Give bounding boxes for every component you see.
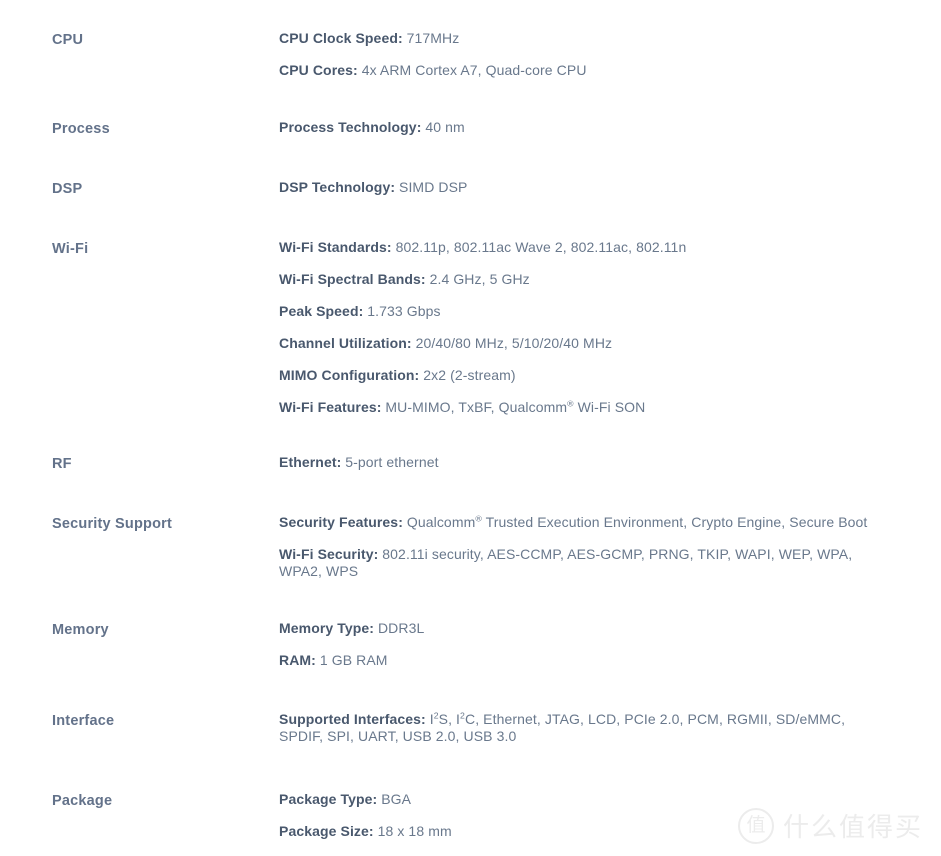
specification-sheet: CPU CPU Clock Speed: 717MHz CPU Cores: 4… — [0, 0, 941, 840]
spec-group-dsp: DSP DSP Technology: SIMD DSP — [0, 179, 941, 199]
spec-row: Wi-Fi Features: MU-MIMO, TxBF, Qualcomm®… — [279, 399, 869, 416]
spec-key: Ethernet: — [279, 454, 342, 470]
spec-value: 18 x 18 mm — [377, 823, 452, 839]
spec-row: CPU Cores: 4x ARM Cortex A7, Quad-core C… — [279, 62, 869, 79]
spec-row: Wi-Fi Standards: 802.11p, 802.11ac Wave … — [279, 239, 869, 256]
group-label-dsp: DSP — [52, 181, 83, 197]
spec-row: Wi-Fi Security: 802.11i security, AES-CC… — [279, 546, 869, 580]
spec-value: 2.4 GHz, 5 GHz — [429, 271, 530, 287]
spec-group-security-support: Security Support Security Features: Qual… — [0, 514, 941, 580]
spec-row: Wi-Fi Spectral Bands: 2.4 GHz, 5 GHz — [279, 271, 869, 288]
spec-key: Security Features: — [279, 514, 403, 530]
spec-value: 40 nm — [425, 119, 465, 135]
spec-key: MIMO Configuration: — [279, 367, 420, 383]
spec-key: Process Technology: — [279, 119, 422, 135]
watermark-badge-icon: 值 — [737, 807, 774, 844]
spec-row: Peak Speed: 1.733 Gbps — [279, 303, 869, 320]
spec-key: Package Type: — [279, 791, 378, 807]
spec-value: 20/40/80 MHz, 5/10/20/40 MHz — [415, 335, 613, 351]
spec-group-rf: RF Ethernet: 5-port ethernet — [0, 454, 941, 474]
spec-value: DDR3L — [377, 620, 425, 636]
spec-key: Peak Speed: — [279, 303, 364, 319]
group-label-rf: RF — [52, 456, 72, 472]
spec-key: Wi-Fi Standards: — [279, 239, 392, 255]
spec-group-process: Process Process Technology: 40 nm — [0, 119, 941, 139]
group-rows-rf: Ethernet: 5-port ethernet — [279, 454, 941, 471]
group-rows-dsp: DSP Technology: SIMD DSP — [279, 179, 941, 196]
spec-row: Package Type: BGA — [279, 791, 869, 808]
spec-group-cpu: CPU CPU Clock Speed: 717MHz CPU Cores: 4… — [0, 30, 941, 79]
group-label-process: Process — [52, 121, 110, 137]
spec-key: Wi-Fi Features: — [279, 399, 382, 415]
spec-group-memory: Memory Memory Type: DDR3L RAM: 1 GB RAM — [0, 620, 941, 669]
spec-key: CPU Clock Speed: — [279, 30, 403, 46]
spec-value: Qualcomm® Trusted Execution Environment,… — [406, 513, 868, 530]
group-label-wifi: Wi-Fi — [52, 241, 89, 257]
group-label-package: Package — [52, 793, 113, 809]
spec-row: Ethernet: 5-port ethernet — [279, 454, 869, 471]
spec-value: SIMD DSP — [399, 179, 468, 195]
group-rows-memory: Memory Type: DDR3L RAM: 1 GB RAM — [279, 620, 941, 669]
group-label-cpu: CPU — [52, 32, 84, 48]
spec-key: Supported Interfaces: — [279, 711, 426, 727]
spec-value: BGA — [381, 791, 412, 807]
spec-row: Security Features: Qualcomm® Trusted Exe… — [279, 514, 869, 531]
spec-row: Memory Type: DDR3L — [279, 620, 869, 637]
spec-group-interface: Interface Supported Interfaces: I2S, I2C… — [0, 711, 941, 745]
group-rows-wifi: Wi-Fi Standards: 802.11p, 802.11ac Wave … — [279, 239, 941, 416]
spec-key: Wi-Fi Spectral Bands: — [279, 271, 426, 287]
spec-row: RAM: 1 GB RAM — [279, 652, 869, 669]
spec-value: 1 GB RAM — [319, 652, 388, 668]
spec-key: Package Size: — [279, 823, 374, 839]
spec-value: 1.733 Gbps — [367, 303, 441, 319]
spec-key: Channel Utilization: — [279, 335, 412, 351]
spec-key: DSP Technology: — [279, 179, 396, 195]
watermark-text: 什么值得买 — [782, 813, 923, 843]
spec-row: CPU Clock Speed: 717MHz — [279, 30, 869, 47]
spec-value: 5-port ethernet — [345, 454, 439, 470]
spec-row: Channel Utilization: 20/40/80 MHz, 5/10/… — [279, 335, 869, 352]
spec-value: 4x ARM Cortex A7, Quad-core CPU — [361, 62, 587, 78]
group-label-security-support: Security Support — [52, 516, 173, 532]
spec-key: Wi-Fi Security: — [279, 546, 379, 562]
spec-value: MU-MIMO, TxBF, Qualcomm® Wi-Fi SON — [385, 398, 646, 415]
group-rows-security-support: Security Features: Qualcomm® Trusted Exe… — [279, 514, 941, 580]
group-rows-process: Process Technology: 40 nm — [279, 119, 941, 136]
spec-row: Supported Interfaces: I2S, I2C, Ethernet… — [279, 711, 869, 745]
watermark: 值 什么值得买 — [737, 807, 923, 844]
spec-value: 2x2 (2-stream) — [423, 367, 516, 383]
spec-row: Process Technology: 40 nm — [279, 119, 869, 136]
group-label-memory: Memory — [52, 622, 109, 638]
group-label-interface: Interface — [52, 713, 115, 729]
spec-value: 802.11p, 802.11ac Wave 2, 802.11ac, 802.… — [395, 239, 687, 255]
spec-group-wifi: Wi-Fi Wi-Fi Standards: 802.11p, 802.11ac… — [0, 239, 941, 416]
group-rows-interface: Supported Interfaces: I2S, I2C, Ethernet… — [279, 711, 941, 745]
spec-key: Memory Type: — [279, 620, 375, 636]
spec-value: 717MHz — [406, 30, 460, 46]
spec-key: CPU Cores: — [279, 62, 358, 78]
group-rows-cpu: CPU Clock Speed: 717MHz CPU Cores: 4x AR… — [279, 30, 941, 79]
spec-row: MIMO Configuration: 2x2 (2-stream) — [279, 367, 869, 384]
spec-row: DSP Technology: SIMD DSP — [279, 179, 869, 196]
spec-key: RAM: — [279, 652, 316, 668]
